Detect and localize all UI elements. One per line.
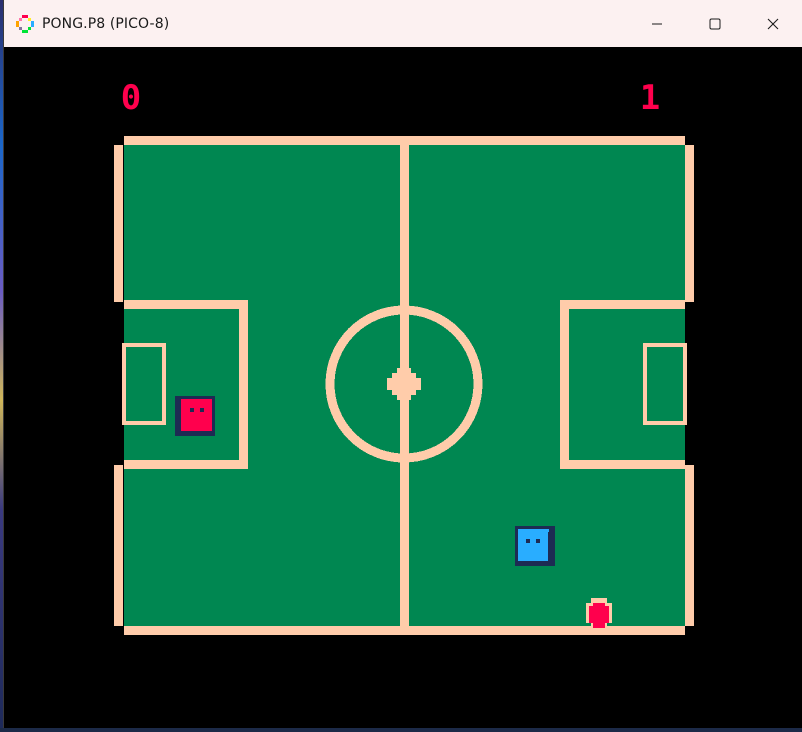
pico8-logo-icon [16,14,34,33]
maximize-icon [709,18,721,29]
left-penalty-area-top [124,300,248,309]
right-penalty-area-side [560,300,569,469]
right-score: 1 [640,78,660,118]
maximize-button[interactable] [686,0,744,47]
left-goal-line-bottom [114,465,123,626]
right-goal-line-bottom [685,465,694,626]
close-button[interactable] [744,0,802,47]
right-goal-line-top [685,145,694,302]
title-bar[interactable]: PONG.P8 (PICO-8) [4,0,802,47]
left-penalty-area-side [239,300,248,469]
game-screen[interactable]: 0 1 [4,47,802,728]
close-icon [767,18,779,29]
top-touchline [124,136,685,145]
red-player [175,396,215,436]
soccer-field [114,136,694,635]
left-penalty-area-bottom [124,460,248,469]
window-controls [628,0,802,47]
blue-player [515,526,555,566]
game-canvas: 0 1 [114,78,694,635]
window-title: PONG.P8 (PICO-8) [42,15,170,32]
minimize-icon [652,23,662,24]
right-penalty-area-top [560,300,685,309]
minimize-button[interactable] [628,0,686,47]
app-window: PONG.P8 (PICO-8) 0 1 [3,0,802,728]
left-score: 0 [121,78,141,118]
left-goal-line-top [114,145,123,302]
right-penalty-area-bottom [560,460,685,469]
